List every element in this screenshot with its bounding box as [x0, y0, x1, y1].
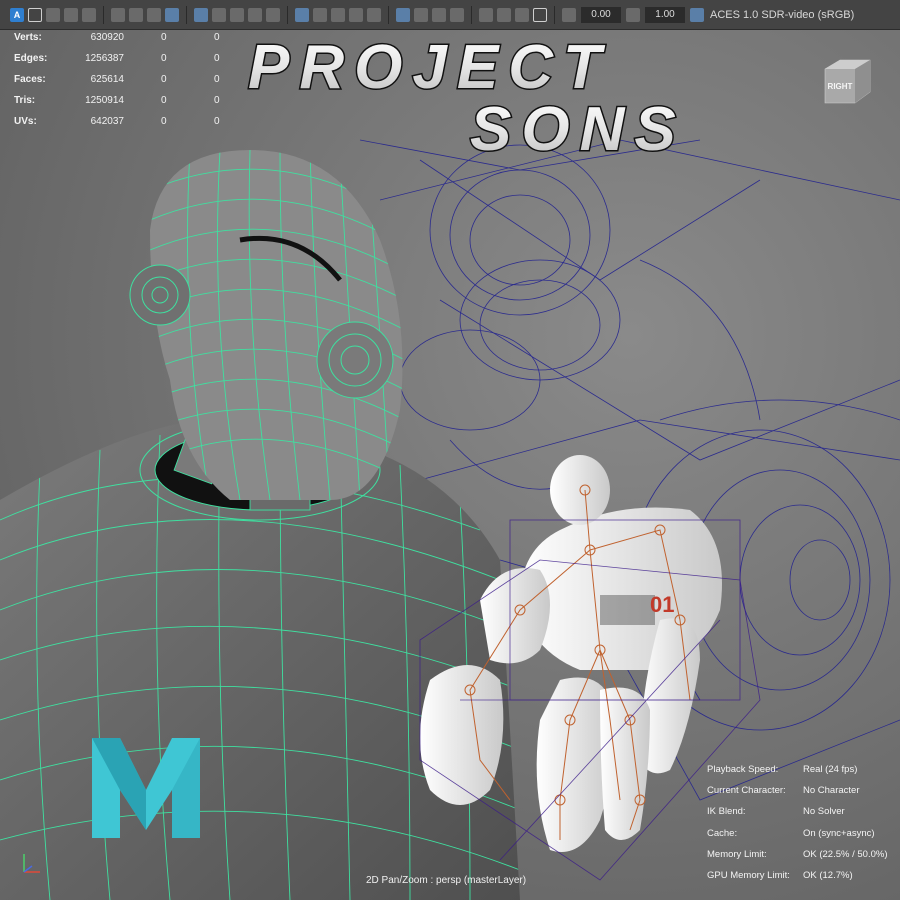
toolbar-divider [388, 5, 389, 24]
playback-stats-hud: Playback Speed: Real (24 fps) Current Char… [707, 764, 897, 891]
hud-label: Tris: [14, 95, 36, 106]
stats-value: OK (22.5% / 50.0%) [803, 848, 888, 860]
isolate-icon[interactable] [313, 7, 327, 22]
stats-label: Playback Speed: [707, 764, 779, 775]
hud-value-total: 630920 [90, 32, 124, 43]
stats-value: No Character [803, 785, 860, 797]
two-panes-icon[interactable] [194, 7, 208, 22]
hud-row: Faces: 625614 0 0 [14, 74, 234, 95]
stats-label: Current Character: [707, 785, 786, 797]
camera-attributes-icon[interactable] [111, 7, 125, 22]
title-line-1: PROJECT [248, 33, 611, 102]
stats-label: Memory Limit: [707, 848, 767, 860]
toolbar-divider [554, 5, 555, 24]
gamma-field[interactable]: 1.00 [645, 6, 685, 23]
toolbar-divider [471, 5, 472, 24]
hud-row: UVs: 642037 0 0 [14, 116, 234, 137]
field-chart-icon[interactable] [396, 7, 410, 22]
stats-label: GPU Memory Limit: [707, 869, 790, 881]
overscan-icon[interactable] [515, 7, 529, 22]
stats-row: Current Character: No Character [707, 785, 897, 806]
smooth-shade-icon[interactable] [230, 7, 244, 22]
maya-viewport-window: A 0.00 1.00 ACES 1.0 SDR-video (sRGB) 01… [0, 0, 900, 900]
toolbar-divider [103, 5, 104, 24]
xray-icon[interactable] [331, 7, 345, 22]
use-lights-icon[interactable] [266, 7, 280, 22]
stats-row: Memory Limit: OK (22.5% / 50.0%) [707, 849, 897, 870]
hud-value-total: 1256387 [85, 53, 124, 64]
camera-icon[interactable] [82, 7, 96, 22]
hud-value-selected: 0 [161, 74, 167, 85]
stats-row: Cache: On (sync+async) [707, 828, 897, 849]
hud-value-triangles: 0 [214, 74, 220, 85]
gate-mask-icon[interactable] [497, 7, 511, 22]
stats-value: Real (24 fps) [803, 764, 858, 775]
hud-row: Edges: 1256387 0 0 [14, 53, 234, 74]
bookmark-icon[interactable] [129, 7, 143, 22]
hud-value-total: 625614 [90, 74, 124, 85]
poly-count-hud: Verts: 630920 0 0 Edges: 1256387 0 0 Faces: 62561… [14, 32, 234, 137]
hud-value-selected: 0 [161, 95, 167, 106]
exposure-icon[interactable] [562, 7, 576, 22]
exposure-field[interactable]: 0.00 [581, 6, 621, 23]
z-axis-icon [23, 865, 33, 873]
stats-value: No Solver [803, 806, 845, 818]
hud-value-selected: 0 [161, 116, 167, 127]
svg-text:01: 01 [650, 592, 674, 617]
view-cube[interactable]: RIGHT [822, 57, 872, 105]
hud-value-triangles: 0 [214, 116, 220, 127]
textured-icon[interactable] [248, 7, 262, 22]
select-mode-icon[interactable]: A [10, 7, 24, 22]
stats-value: On (sync+async) [803, 827, 875, 839]
film-icon[interactable] [46, 7, 60, 22]
motion-trail-icon[interactable] [432, 7, 446, 22]
title-line-2: SONS [470, 95, 686, 164]
film-gate-icon[interactable] [64, 7, 78, 22]
viewport-toolbar: A 0.00 1.00 ACES 1.0 SDR-video (sRGB) [0, 0, 900, 30]
wireframe-icon[interactable] [212, 7, 226, 22]
stats-row: Playback Speed: Real (24 fps) [707, 764, 897, 785]
stats-label: IK Blend: [707, 806, 746, 818]
toolbar-divider [186, 5, 187, 24]
grid-icon[interactable] [28, 7, 42, 22]
display-icon[interactable] [450, 7, 464, 22]
view-cube-face-label[interactable]: RIGHT [828, 82, 853, 91]
close-gate-icon[interactable] [533, 7, 547, 22]
hud-value-triangles: 0 [214, 95, 220, 106]
color-management-toggle-icon[interactable] [690, 7, 704, 22]
shadows-icon[interactable] [295, 7, 309, 22]
safe-action-icon[interactable] [414, 7, 428, 22]
camera-name-label: 2D Pan/Zoom : persp (masterLayer) [366, 875, 527, 886]
hud-label: Verts: [14, 32, 42, 43]
hud-value-selected: 0 [161, 53, 167, 64]
hud-value-total: 1250914 [85, 95, 124, 106]
image-plane-icon[interactable] [147, 7, 161, 22]
hud-label: UVs: [14, 116, 37, 127]
stats-row: IK Blend: No Solver [707, 806, 897, 827]
stats-row: GPU Memory Limit: OK (12.7%) [707, 870, 897, 891]
toolbar-divider [287, 5, 288, 24]
hud-value-triangles: 0 [214, 32, 220, 43]
xray-joints-icon[interactable] [349, 7, 363, 22]
hud-value-selected: 0 [161, 32, 167, 43]
transform-icon[interactable] [479, 7, 493, 22]
hud-value-total: 642037 [90, 116, 124, 127]
stats-value: OK (12.7%) [803, 869, 853, 881]
color-management-view-label[interactable]: ACES 1.0 SDR-video (sRGB) [710, 9, 854, 21]
hud-label: Edges: [14, 53, 48, 64]
resolution-gate-icon[interactable] [367, 7, 381, 22]
pencil-icon[interactable] [165, 7, 179, 22]
stats-label: Cache: [707, 827, 738, 839]
gamma-icon[interactable] [626, 7, 640, 22]
hud-label: Faces: [14, 74, 46, 85]
hud-row: Verts: 630920 0 0 [14, 32, 234, 53]
hud-value-triangles: 0 [214, 53, 220, 64]
hud-row: Tris: 1250914 0 0 [14, 95, 234, 116]
axis-indicator [18, 850, 46, 878]
